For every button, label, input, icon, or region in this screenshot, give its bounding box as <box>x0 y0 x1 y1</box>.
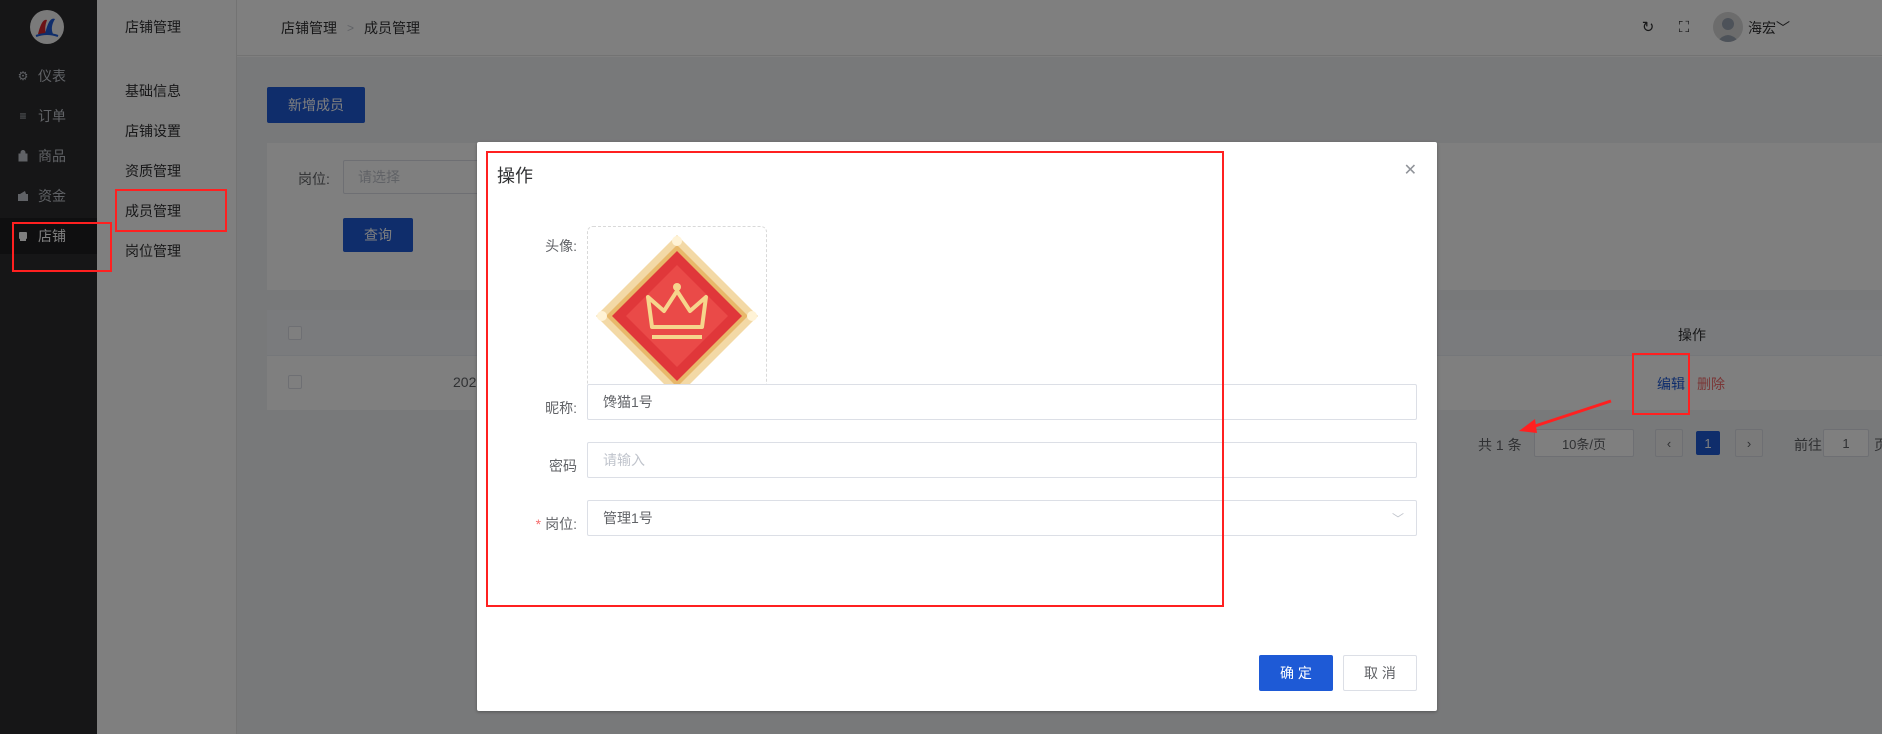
annotation-arrow-icon <box>1519 399 1612 433</box>
annotation-box-shop <box>12 222 112 272</box>
close-icon[interactable]: ✕ <box>1404 160 1417 180</box>
annotation-box-members <box>115 189 227 232</box>
confirm-button[interactable]: 确 定 <box>1259 655 1333 691</box>
cancel-button[interactable]: 取 消 <box>1343 655 1417 691</box>
annotation-box-edit <box>1632 353 1690 415</box>
annotation-box-dialog <box>486 151 1224 607</box>
chevron-down-icon: ﹀ <box>1391 512 1404 526</box>
